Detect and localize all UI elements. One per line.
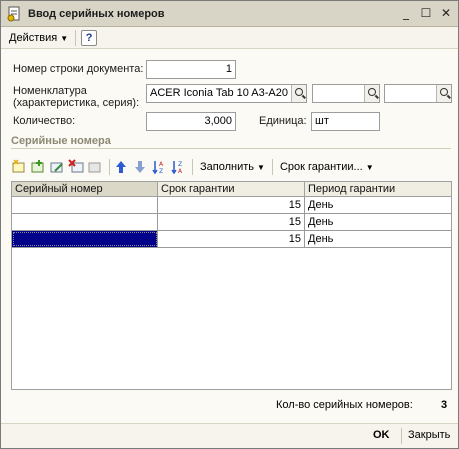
toolbar-divider <box>75 29 77 46</box>
section-divider <box>11 148 451 149</box>
fill-label: Заполнить <box>200 161 255 173</box>
unit-label: Единица: <box>259 115 307 127</box>
toolbar: Действия ▼ ? <box>1 27 458 49</box>
close-button[interactable]: Закрыть <box>408 429 450 441</box>
fill-menu[interactable]: Заполнить ▼ <box>200 161 265 173</box>
toolbar-divider <box>192 159 193 175</box>
window-title: Ввод серийных номеров <box>28 7 165 20</box>
period-cell[interactable]: День <box>305 231 451 247</box>
actions-label: Действия <box>9 31 58 44</box>
edit-row-icon[interactable] <box>49 159 65 175</box>
serial-cell[interactable] <box>12 214 158 230</box>
svg-text:Z: Z <box>159 168 163 175</box>
period-cell[interactable]: День <box>305 197 451 213</box>
table-toolbar: AZ ZA Заполнить ▼ Срок гарантии... ▼ <box>11 156 378 178</box>
warranty-label: Срок гарантии... <box>279 161 363 173</box>
table-header: Серийный номер Срок гарантии Период гара… <box>12 182 451 197</box>
sort-asc-icon[interactable]: AZ <box>151 159 167 175</box>
delete-row-icon[interactable] <box>68 159 84 175</box>
sort-desc-icon[interactable]: ZA <box>170 159 186 175</box>
svg-text:A: A <box>178 168 183 175</box>
close-icon[interactable]: ✕ <box>438 6 454 21</box>
move-up-icon[interactable] <box>113 159 129 175</box>
serial-cell[interactable] <box>12 197 158 213</box>
document-icon <box>6 6 22 22</box>
maximize-icon[interactable]: ☐ <box>418 6 434 21</box>
minimize-icon[interactable]: _ <box>398 6 414 21</box>
term-cell[interactable]: 15 <box>158 214 305 230</box>
end-edit-icon[interactable] <box>87 159 103 175</box>
serial-numbers-table[interactable]: Серийный номер Срок гарантии Период гара… <box>11 181 452 390</box>
title-bar[interactable]: Ввод серийных номеров _ ☐ ✕ <box>1 1 458 27</box>
search-icon <box>368 88 376 96</box>
section-title: Серийные номера <box>11 135 111 147</box>
toolbar-divider <box>109 159 110 175</box>
svg-text:Z: Z <box>178 161 182 168</box>
move-down-icon[interactable] <box>132 159 148 175</box>
unit-field[interactable]: шт <box>311 112 380 131</box>
table-row[interactable]: 15 День <box>12 197 451 214</box>
table-row[interactable]: 15 День <box>12 214 451 231</box>
series-field[interactable] <box>384 84 452 103</box>
chevron-down-icon: ▼ <box>257 163 265 172</box>
quantity-label: Количество: <box>13 115 76 127</box>
column-header-period[interactable]: Период гарантии <box>305 182 451 196</box>
nomenclature-field[interactable]: ACER Iconia Tab 10 A3-A20 <box>146 84 307 103</box>
nomenclature-value: ACER Iconia Tab 10 A3-A20 <box>150 87 288 99</box>
nomenclature-select-button[interactable] <box>291 85 306 102</box>
period-cell[interactable]: День <box>305 214 451 230</box>
search-icon <box>440 88 448 96</box>
add-row-icon[interactable] <box>11 159 27 175</box>
serial-count-label: Кол-во серийных номеров: <box>276 399 413 411</box>
quantity-field[interactable]: 3,000 <box>146 112 236 131</box>
serial-numbers-window: Ввод серийных номеров _ ☐ ✕ Действия ▼ ? … <box>0 0 459 449</box>
series-select-button[interactable] <box>436 85 451 102</box>
term-cell[interactable]: 15 <box>158 231 305 247</box>
svg-text:A: A <box>159 161 164 168</box>
serial-cell-selected[interactable] <box>12 231 158 247</box>
chevron-down-icon: ▼ <box>60 33 69 43</box>
column-header-term[interactable]: Срок гарантии <box>158 182 305 196</box>
table-row[interactable]: 15 День <box>12 231 451 248</box>
chevron-down-icon: ▼ <box>365 163 374 172</box>
line-number-field[interactable]: 1 <box>146 60 236 79</box>
line-number-label: Номер строки документа: <box>13 63 144 75</box>
actions-menu[interactable]: Действия ▼ <box>9 32 68 44</box>
footer: OK Закрыть <box>1 423 458 448</box>
nomenclature-sublabel: (характеристика, серия): <box>13 97 140 109</box>
serial-count-value: 3 <box>441 399 448 411</box>
nomenclature-label: Номенклатура <box>13 85 87 97</box>
help-button[interactable]: ? <box>81 29 98 46</box>
search-icon <box>295 88 303 96</box>
footer-divider <box>401 428 402 444</box>
characteristic-select-button[interactable] <box>364 85 379 102</box>
toolbar-divider <box>271 159 273 175</box>
copy-row-icon[interactable] <box>30 159 46 175</box>
characteristic-field[interactable] <box>312 84 380 103</box>
warranty-menu[interactable]: Срок гарантии... ▼ <box>280 161 374 173</box>
term-cell[interactable]: 15 <box>158 197 305 213</box>
column-header-serial[interactable]: Серийный номер <box>12 182 158 196</box>
ok-button[interactable]: OK <box>373 429 390 441</box>
